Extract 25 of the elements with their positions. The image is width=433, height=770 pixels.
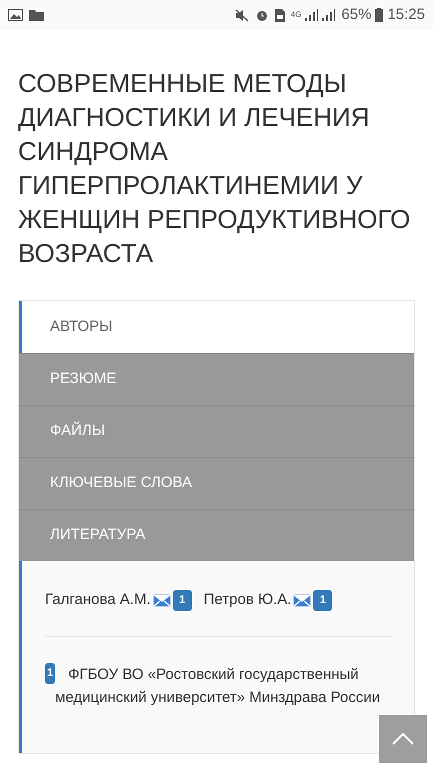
affiliation-text: ФГБОУ ВО «Ростовский государственный медицинский университет» Минздрава России: [55, 664, 382, 708]
author-name[interactable]: Петров Ю.А.: [204, 589, 292, 612]
envelope-icon[interactable]: [293, 594, 312, 607]
sim-icon: [274, 8, 285, 22]
image-icon: [8, 9, 23, 21]
author-name[interactable]: Галганова А.М.: [45, 589, 151, 612]
article-title: СОВРЕМЕННЫЕ МЕТОДЫ ДИАГНОСТИКИ И ЛЕЧЕНИЯ СИНДРОМА ГИПЕРПРОЛАКТИНЕМИИ У ЖЕНЩИН РЕПРОДУКТИВНОГО ВОЗРАСТА: [18, 67, 412, 270]
tab[interactable]: ФАЙЛЫ: [19, 405, 414, 457]
battery-level: 65%: [341, 4, 372, 25]
mute-icon: [234, 8, 251, 22]
tab[interactable]: ЛИТЕРАТУРА: [19, 509, 414, 561]
battery-icon: [375, 8, 384, 22]
clock: 15:25: [387, 4, 425, 25]
scroll-to-top-button[interactable]: [379, 715, 427, 763]
alarm-icon: [254, 8, 269, 22]
affiliation-badge: 1: [313, 590, 332, 611]
affiliation-badge: 1: [172, 590, 192, 611]
affiliation-badge: 1: [45, 662, 56, 684]
signal-icon: [303, 9, 338, 21]
envelope-icon[interactable]: [152, 594, 171, 607]
folder-icon: [29, 9, 44, 21]
tab[interactable]: КЛЮЧЕВЫЕ СЛОВА: [19, 457, 414, 509]
tab[interactable]: РЕЗЮМЕ: [19, 353, 414, 405]
network-label: 4G: [290, 9, 302, 21]
chevron-up-icon: [392, 733, 414, 745]
